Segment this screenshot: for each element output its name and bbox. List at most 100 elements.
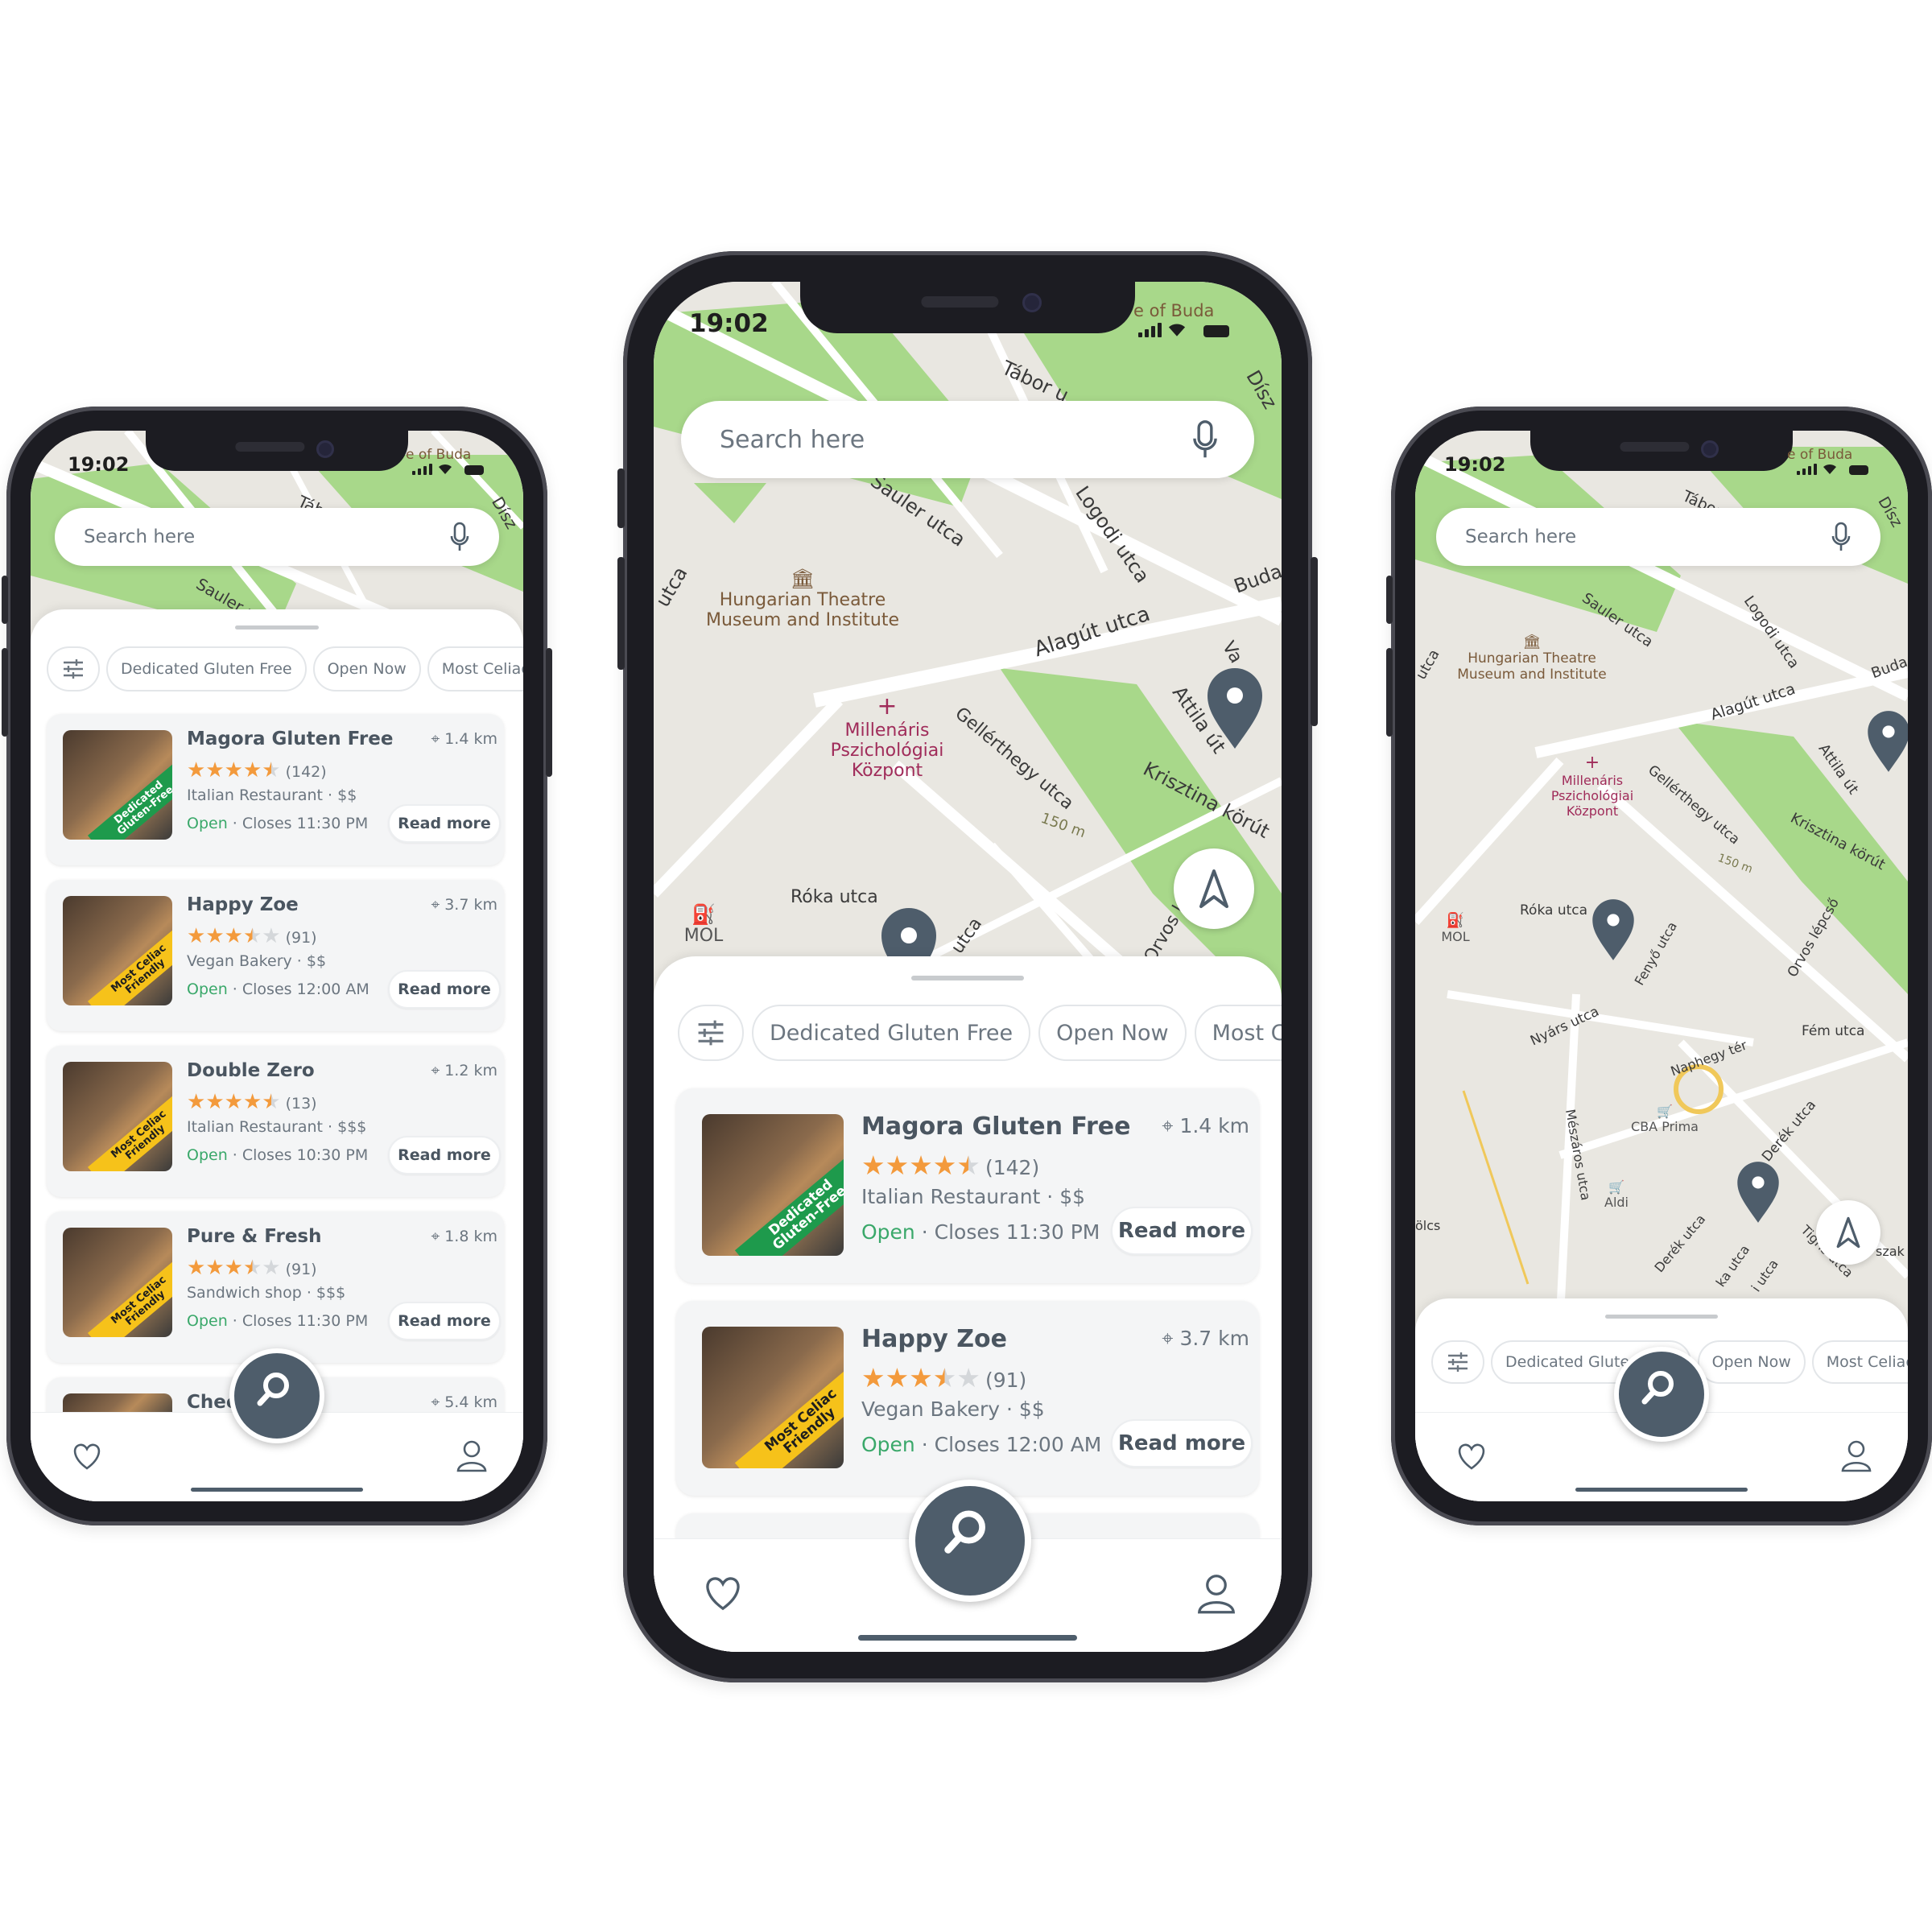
side-button <box>1386 576 1393 624</box>
microphone-icon[interactable] <box>1191 419 1219 460</box>
microphone-icon[interactable] <box>1831 522 1852 552</box>
restaurant-distance: ⌖ 3.7 km <box>1162 1327 1249 1351</box>
open-status: Open <box>187 1312 228 1330</box>
read-more-button[interactable]: Read more <box>1111 1419 1253 1468</box>
read-more-button[interactable]: Read more <box>388 969 501 1009</box>
distance-value: 3.7 km <box>444 896 497 914</box>
map-pin-icon[interactable] <box>1591 898 1636 962</box>
user-icon[interactable] <box>456 1439 488 1472</box>
navigation-button[interactable] <box>1174 848 1254 929</box>
read-more-button[interactable]: Read more <box>388 1135 501 1174</box>
filter-button[interactable] <box>678 1005 744 1061</box>
poi-label: 🛒 Aldi <box>1604 1179 1629 1210</box>
restaurant-name[interactable]: Happy Zoe <box>187 894 299 915</box>
status-time: 19:02 <box>68 453 130 476</box>
restaurant-photo[interactable]: Most Celiac Friendly <box>63 1062 172 1171</box>
poi-label: 🛒 CBA Prima <box>1631 1104 1699 1134</box>
notch <box>146 431 408 471</box>
read-more-button[interactable]: Read more <box>1111 1207 1253 1256</box>
heart-icon[interactable] <box>1455 1442 1488 1471</box>
location-pin-icon: ⌖ <box>1162 1327 1180 1350</box>
star-icon: ★ <box>187 758 206 782</box>
read-more-button[interactable]: Read more <box>388 803 501 843</box>
filter-button[interactable] <box>1431 1340 1484 1384</box>
star-icon: ★ <box>956 1150 980 1181</box>
chip-open-now[interactable]: Open Now <box>1038 1005 1187 1061</box>
map-pin-icon[interactable] <box>1866 709 1908 774</box>
location-pin-icon: ⌖ <box>431 1393 445 1411</box>
badge-ribbon: Most Celiac Friendly <box>734 1362 844 1468</box>
restaurant-hours: Open · Closes 11:30 PM <box>861 1220 1100 1244</box>
notch <box>1530 431 1793 471</box>
chip-most-celiac-friendly[interactable]: Most Celiac Friendly <box>1811 1340 1908 1384</box>
filter-button[interactable] <box>47 646 100 691</box>
restaurant-name[interactable]: Magora Gluten Free <box>187 729 393 749</box>
navigation-arrow-icon <box>1199 869 1228 908</box>
search-input[interactable]: Search here <box>1436 526 1831 547</box>
map-label: ölcs <box>1415 1218 1441 1233</box>
star-icon: ★ <box>909 1362 933 1393</box>
restaurant-distance: ⌖ 1.8 km <box>431 1228 497 1245</box>
distance-value: 1.4 km <box>1179 1114 1249 1137</box>
poi-label: + Millenáris Pszichológiai Központ <box>830 692 944 781</box>
review-count: (91) <box>285 1261 317 1278</box>
distance-value: 1.4 km <box>444 730 497 748</box>
chip-open-now[interactable]: Open Now <box>312 646 421 691</box>
search-bar[interactable]: Search here <box>681 401 1254 478</box>
microphone-icon[interactable] <box>449 522 470 552</box>
search-bar[interactable]: Search here <box>1436 508 1880 566</box>
search-fab[interactable] <box>1614 1347 1709 1442</box>
map-pin-icon[interactable] <box>1736 1160 1781 1224</box>
badge-ribbon: Most Celiac Friendly <box>88 1255 172 1337</box>
restaurant-distance: ⌖ 3.7 km <box>431 896 497 914</box>
heart-icon[interactable] <box>71 1442 103 1471</box>
map-label: e of Buda <box>1787 447 1853 463</box>
chip-most-celiac-friendly[interactable]: Most Celiac Friendly <box>1194 1005 1282 1061</box>
chip-dedicated-gluten-free[interactable]: Dedicated Gluten Free <box>106 646 307 691</box>
sheet-handle[interactable] <box>1605 1315 1718 1319</box>
star-icon: ★ <box>187 924 206 948</box>
heart-icon[interactable] <box>702 1575 744 1612</box>
restaurant-name[interactable]: Pure & Fresh <box>187 1226 322 1247</box>
restaurant-photo[interactable]: Most Celiac Friendly <box>63 1228 172 1337</box>
restaurant-name[interactable]: Magora Gluten Free <box>861 1113 1130 1141</box>
user-icon[interactable] <box>1840 1439 1872 1472</box>
side-button <box>617 469 625 528</box>
restaurant-photo[interactable]: Dedicated Gluten-Free <box>63 730 172 840</box>
restaurant-photo[interactable]: Most Celiac Friendly <box>702 1327 844 1468</box>
restaurant-photo[interactable]: Most Celiac Friendly <box>63 896 172 1005</box>
user-icon[interactable] <box>1196 1571 1236 1615</box>
closing-time: · Closes 12:00 AM <box>914 1433 1102 1456</box>
restaurant-photo[interactable]: Dedicated Gluten-Free <box>702 1114 844 1256</box>
badge-ribbon: Most Celiac Friendly <box>88 1089 172 1171</box>
screen: Tábor u Dísz Sauler utca Logodi utca Bud… <box>654 282 1282 1652</box>
review-count: (91) <box>285 929 317 947</box>
navigation-button[interactable] <box>1816 1200 1880 1265</box>
open-status: Open <box>861 1220 915 1244</box>
restaurant-distance: ⌖ 1.4 km <box>431 730 497 748</box>
poi-label: 🏛 Hungarian Theatre Museum and Institute <box>705 568 900 630</box>
navigation-arrow-icon <box>1836 1216 1860 1249</box>
side-button <box>1311 557 1318 726</box>
magnifier-icon <box>1641 1371 1674 1405</box>
star-icon: ★ <box>224 1256 243 1280</box>
map-pin-icon[interactable] <box>1205 667 1265 750</box>
chip-most-celiac-friendly[interactable]: Most Celiac Friendly <box>427 646 523 691</box>
read-more-button[interactable]: Read more <box>388 1301 501 1340</box>
search-input[interactable]: Search here <box>55 526 449 547</box>
location-pin-icon: ⌖ <box>431 730 445 748</box>
sheet-handle[interactable] <box>911 976 1024 980</box>
restaurant-name[interactable]: Double Zero <box>187 1060 315 1081</box>
restaurant-category: Italian Restaurant · $$ <box>861 1185 1086 1208</box>
star-icon: ★ <box>187 1090 206 1114</box>
chip-dedicated-gluten-free[interactable]: Dedicated Gluten Free <box>752 1005 1031 1061</box>
search-fab[interactable] <box>909 1480 1031 1602</box>
search-input[interactable]: Search here <box>681 426 1191 454</box>
star-icon: ★ <box>205 924 225 948</box>
star-icon: ★ <box>956 1362 980 1393</box>
search-fab[interactable] <box>229 1348 324 1443</box>
restaurant-name[interactable]: Happy Zoe <box>861 1325 1007 1353</box>
search-bar[interactable]: Search here <box>55 508 499 566</box>
chip-open-now[interactable]: Open Now <box>1697 1340 1806 1384</box>
sheet-handle[interactable] <box>235 625 319 630</box>
